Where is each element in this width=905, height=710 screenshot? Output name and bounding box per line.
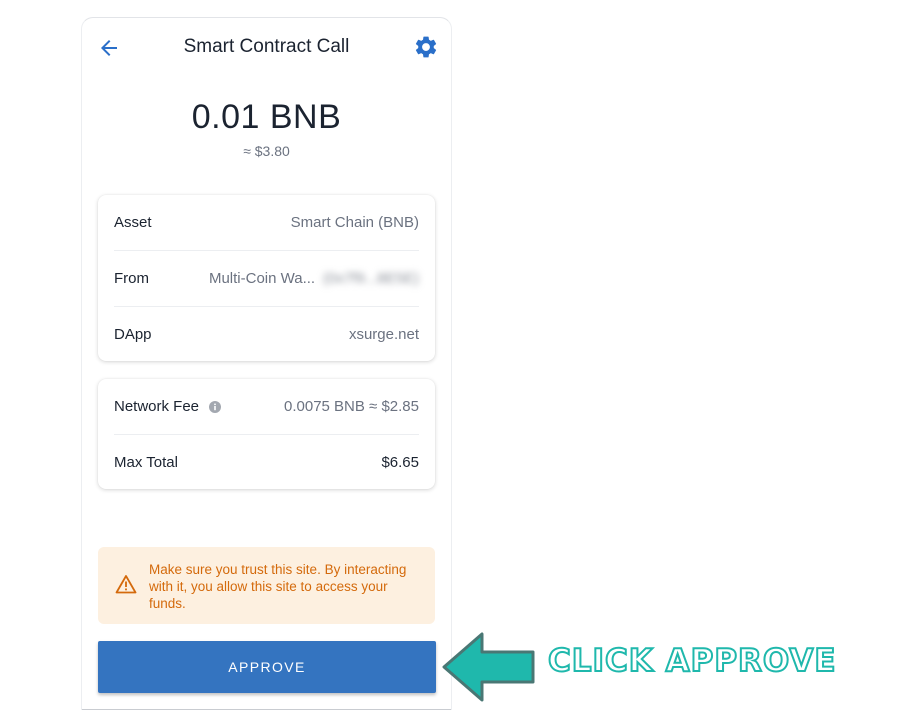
from-label: From bbox=[114, 270, 149, 287]
dapp-value: xsurge.net bbox=[348, 326, 419, 343]
amount-value: 0.01 BNB bbox=[191, 98, 342, 136]
warning-text: Make sure you trust this site. By intera… bbox=[149, 562, 407, 611]
from-value-group: Multi-Coin Wa... (0x7f9...8E5E) bbox=[209, 270, 419, 287]
asset-row: Asset Smart Chain (BNB) bbox=[114, 195, 419, 251]
dapp-row: DApp xsurge.net bbox=[114, 307, 419, 362]
page-title: Smart Contract Call bbox=[183, 36, 350, 57]
network-fee-row: Network Fee 0.0075 BNB ≈ $2.85 bbox=[114, 379, 419, 435]
from-wallet-name: Multi-Coin Wa... bbox=[208, 270, 316, 287]
max-total-label: Max Total bbox=[114, 454, 178, 471]
screen: Smart Contract Call 0.01 BNB ≈ $3.80 Ass… bbox=[0, 0, 905, 710]
warning-triangle-icon bbox=[115, 575, 137, 594]
fee-card: Network Fee 0.0075 BNB ≈ $2.85 Max Total… bbox=[98, 379, 435, 489]
max-total-row: Max Total $6.65 bbox=[114, 435, 419, 490]
gear-icon[interactable] bbox=[413, 34, 439, 60]
wallet-screen: Smart Contract Call 0.01 BNB ≈ $3.80 Ass… bbox=[81, 17, 452, 710]
from-address: (0x7f9...8E5E) bbox=[323, 270, 419, 287]
asset-label: Asset bbox=[114, 214, 152, 231]
warning-banner: Make sure you trust this site. By intera… bbox=[98, 547, 435, 624]
network-fee-label: Network Fee bbox=[114, 398, 200, 415]
from-row: From Multi-Coin Wa... (0x7f9...8E5E) bbox=[114, 251, 419, 307]
arrow-pointer-icon bbox=[442, 632, 535, 702]
info-icon[interactable] bbox=[209, 400, 222, 413]
asset-value: Smart Chain (BNB) bbox=[290, 214, 419, 231]
network-fee-value: 0.0075 BNB ≈ $2.85 bbox=[284, 398, 419, 415]
fiat-value: ≈ $3.80 bbox=[243, 143, 290, 159]
annotation-text: CLICK APPROVE bbox=[547, 642, 837, 680]
approve-button[interactable]: APPROVE bbox=[98, 641, 436, 693]
dapp-label: DApp bbox=[114, 326, 152, 343]
max-total-value: $6.65 bbox=[381, 454, 419, 471]
network-fee-label-group: Network Fee bbox=[114, 398, 222, 415]
header: Smart Contract Call bbox=[82, 28, 451, 68]
details-card: Asset Smart Chain (BNB) From Multi-Coin … bbox=[98, 195, 435, 361]
